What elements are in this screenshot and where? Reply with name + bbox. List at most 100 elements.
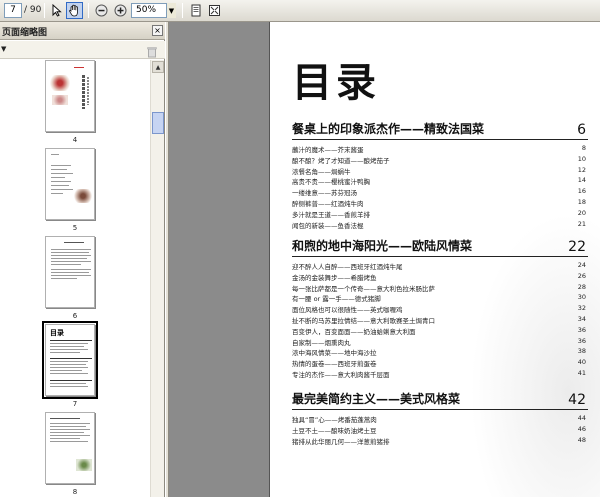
toc-section: 和煦的地中海阳光——欧陆风情菜 22 迎不醉人人自醉——西班牙红酒炖牛尾 24 金汤的金… <box>292 237 588 379</box>
entry-page-number: 38 <box>577 347 586 356</box>
thumbnail-page-4[interactable] <box>45 60 95 132</box>
section-title: 最完美简约主义——美式风格菜 <box>292 392 461 406</box>
entry-page-number: 10 <box>577 154 586 163</box>
scroll-up-button[interactable]: ▲ <box>152 61 164 73</box>
entry-page-number: 20 <box>577 208 586 217</box>
entry-page-number: 40 <box>577 358 586 367</box>
thumbnail-page-8[interactable] <box>45 412 95 484</box>
entry-title: 猪排从此华丽几何——洋葱煎猪排 <box>292 437 390 446</box>
toc-section-heading[interactable]: 和煦的地中海阳光——欧陆风情菜 22 <box>292 237 588 257</box>
toolbar-separator <box>88 3 89 18</box>
toc-entry[interactable]: 每一张比萨都是一个传奇——意大利色拉米肠比萨 28 <box>292 282 588 293</box>
hand-tool-button[interactable] <box>66 2 83 19</box>
scrollbar-thumb[interactable] <box>152 112 164 134</box>
chevron-down-icon: ▼ <box>168 6 175 15</box>
toc-entry[interactable]: 浓中海风情菜——地中海沙拉 38 <box>292 346 588 357</box>
thumbnail-title: 目录 <box>50 329 64 337</box>
toc-entry[interactable]: 面位风格也可以很随性——英式咖喱鸡 32 <box>292 303 588 314</box>
toc-entry[interactable]: 土豆不土——酿味奶油烤土豆 46 <box>292 424 588 435</box>
zoom-out-button[interactable] <box>93 2 110 19</box>
thumbnail-image <box>52 95 68 105</box>
thumbnail-label: 7 <box>72 400 78 408</box>
thumbnail-label: 4 <box>72 136 78 144</box>
entry-title: 一缕维意——苏芬冠汤 <box>292 189 357 198</box>
zoom-dropdown-button[interactable]: ▼ <box>166 3 176 18</box>
entry-title: 专注的杰作——意大利肉酱千层面 <box>292 370 390 379</box>
entry-page-number: 8 <box>581 144 586 152</box>
thumbnail-scrollbar[interactable]: ▲ <box>150 60 164 497</box>
toc-entry[interactable]: 迎不醉人人自醉——西班牙红酒炖牛尾 24 <box>292 260 588 271</box>
thumbnail-page-7[interactable]: 目录 <box>42 321 98 399</box>
fit-width-button[interactable] <box>187 2 204 19</box>
options-menu-button[interactable]: ▼ <box>1 45 6 53</box>
zoom-in-button[interactable] <box>112 2 129 19</box>
entry-title: 浓餐名角——焗蜗牛 <box>292 167 351 176</box>
entry-title: 独具“冒”心——烤番茄蓬蒿肉 <box>292 416 377 424</box>
select-tool-button[interactable] <box>48 2 65 19</box>
section-page-number: 22 <box>568 239 586 255</box>
entry-page-number: 12 <box>577 165 586 174</box>
thumbnail-page-6[interactable] <box>45 236 95 308</box>
document-page: 目录 餐桌上的印象派杰作——精致法国菜 6 蘸汁的魔术——芥末酱蛋 8 酿不酿？烤了才知… <box>270 22 600 497</box>
toc-entry[interactable]: 猪排从此华丽几何——洋葱煎猪排 48 <box>292 435 588 446</box>
thumbnail-label: 8 <box>72 488 78 496</box>
toc-section: 最完美简约主义——美式风格菜 42 独具“冒”心——烤番茄蓬蒿肉 44 土豆不土——酿味… <box>292 390 588 446</box>
section-page-number: 6 <box>577 122 586 138</box>
panel-toolbar: ▼ <box>0 41 165 59</box>
toc-entry[interactable]: 热情的蛋卷——西班牙煎蛋卷 40 <box>292 357 588 368</box>
panel-header: 页面缩略图 × <box>0 22 165 40</box>
entry-page-number: 14 <box>577 176 586 185</box>
section-title: 和煦的地中海阳光——欧陆风情菜 <box>292 239 473 253</box>
entry-page-number: 48 <box>577 435 586 444</box>
entry-page-number: 46 <box>577 424 586 433</box>
entry-title: 蘸汁的魔术——芥末酱蛋 <box>292 146 364 154</box>
triangle-down-icon: ▼ <box>1 45 7 53</box>
thumbnail-image <box>74 189 92 203</box>
toc-entry[interactable]: 扯不断的马苏里拉情结——意大利歌赛圣土焗青口 34 <box>292 314 588 325</box>
toc-entry[interactable]: 蘸汁的魔术——芥末酱蛋 8 <box>292 143 588 154</box>
entry-page-number: 18 <box>577 197 586 206</box>
entry-title: 扯不断的马苏里拉情结——意大利歌赛圣土焗青口 <box>292 316 435 325</box>
close-icon: × <box>154 26 161 35</box>
toc-entry[interactable]: 金汤的金装舞步——希腊烤鱼 26 <box>292 271 588 282</box>
full-screen-button[interactable] <box>206 2 223 19</box>
entry-title: 百变伊人，百变面面——奶油蛤蜊意大利面 <box>292 327 416 336</box>
section-title: 餐桌上的印象派杰作——精致法国菜 <box>292 122 485 136</box>
toc-section-heading[interactable]: 最完美简约主义——美式风格菜 42 <box>292 390 588 410</box>
close-panel-button[interactable]: × <box>152 25 163 36</box>
entry-title: 多汁就是王道——香煎羊排 <box>292 210 370 219</box>
entry-title: 高贵不贵——樱桃蜜汁鸭胸 <box>292 178 370 187</box>
page-number-input[interactable]: 7 <box>4 3 22 18</box>
toc-entry[interactable]: 自家制——烟熏肉丸 36 <box>292 336 588 347</box>
toc-section-heading[interactable]: 餐桌上的印象派杰作——精致法国菜 6 <box>292 120 588 140</box>
toc-entry[interactable]: 酿不酿？烤了才知道——酿烤茄子 10 <box>292 154 588 165</box>
toc-entry[interactable]: 多汁就是王道——香煎羊排 20 <box>292 208 588 219</box>
entry-title: 有一腰 or 露一手——德式猪脚 <box>292 295 381 304</box>
entry-page-number: 21 <box>577 219 586 228</box>
toolbar-separator <box>182 3 183 18</box>
toc-entry[interactable]: 高贵不贵——樱桃蜜汁鸭胸 14 <box>292 175 588 186</box>
entry-page-number: 24 <box>577 261 586 269</box>
cursor-icon <box>52 4 62 17</box>
toc-entry[interactable]: 醉侧裤普——红酒炖牛肉 18 <box>292 197 588 208</box>
document-viewer[interactable]: 目录 餐桌上的印象派杰作——精致法国菜 6 蘸汁的魔术——芥末酱蛋 8 酿不酿？烤了才知… <box>169 22 600 497</box>
thumbnail-page-5[interactable] <box>45 148 95 220</box>
toc-entry[interactable]: 独具“冒”心——烤番茄蓬蒿肉 44 <box>292 413 588 424</box>
toc-entry[interactable]: 浓餐名角——焗蜗牛 12 <box>292 165 588 176</box>
toc-entry[interactable]: 有一腰 or 露一手——德式猪脚 30 <box>292 292 588 303</box>
toc-entry[interactable]: 专注的杰作——意大利肉酱千层面 41 <box>292 368 588 379</box>
thumbnail-image <box>50 75 70 91</box>
zoom-out-icon <box>95 4 108 17</box>
toc-section: 餐桌上的印象派杰作——精致法国菜 6 蘸汁的魔术——芥末酱蛋 8 酿不酿？烤了才知道——… <box>292 120 588 230</box>
entry-title: 自家制——烟熏肉丸 <box>292 338 351 347</box>
toc-entry[interactable]: 一缕维意——苏芬冠汤 16 <box>292 186 588 197</box>
thumbnail-label: 6 <box>72 312 78 320</box>
entry-page-number: 32 <box>577 304 586 313</box>
entry-page-number: 36 <box>577 336 586 345</box>
trash-icon <box>147 47 157 58</box>
toc-entry[interactable]: 百变伊人，百变面面——奶油蛤蜊意大利面 36 <box>292 325 588 336</box>
expand-icon <box>209 5 220 16</box>
entry-title: 金汤的金装舞步——希腊烤鱼 <box>292 273 377 282</box>
thumbnail-list: 4 5 6 目录 7 8 <box>0 60 150 497</box>
toc-entry[interactable]: 闻包的新装——鱼香法棍 21 <box>292 219 588 230</box>
